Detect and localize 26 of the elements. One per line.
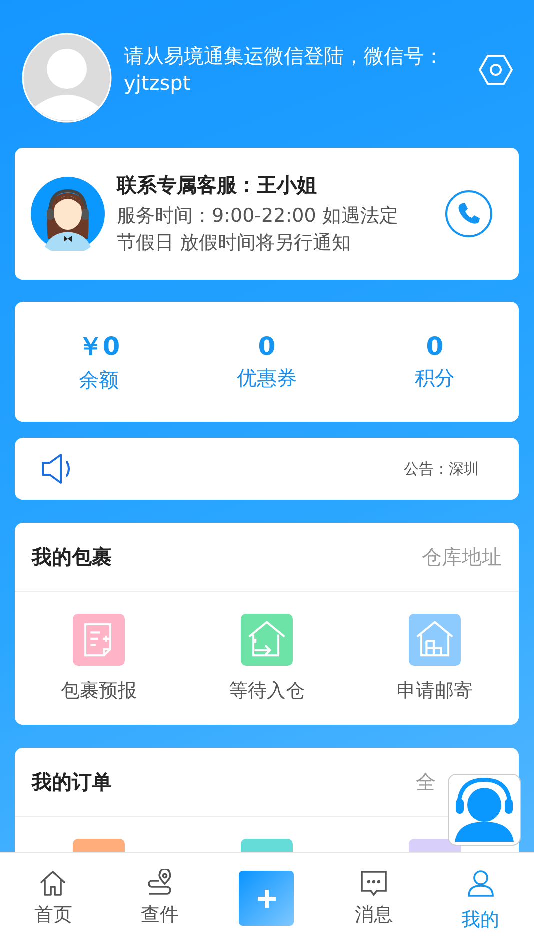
home-icon: [38, 869, 68, 899]
plus-icon: [256, 888, 277, 908]
stat-value: 0: [426, 332, 444, 361]
section-title: 我的包裹: [32, 544, 112, 570]
phone-icon[interactable]: [445, 190, 493, 238]
service-hours: 服务时间：9:00-22:00 如遇法定节假日 放假时间将另行通知: [117, 204, 400, 256]
item-label[interactable]: 申请邮寄: [397, 678, 473, 704]
item-label[interactable]: 包裹预报: [61, 678, 137, 704]
section-title: 我的订单: [32, 768, 112, 796]
user-avatar[interactable]: [22, 33, 112, 123]
add-button[interactable]: [239, 871, 294, 926]
chat-icon: [358, 869, 389, 899]
agent-title: 联系专属客服：王小姐: [117, 172, 318, 198]
notice-text[interactable]: 公告：深圳: [404, 460, 479, 478]
settings-icon[interactable]: [479, 54, 513, 86]
user-icon: [466, 869, 496, 899]
stat-value: 0: [258, 332, 276, 361]
stat-value: ￥0: [78, 331, 120, 363]
tab[interactable]: 首页: [0, 869, 107, 928]
item-label[interactable]: 等待入仓: [229, 678, 305, 704]
house-icon[interactable]: [409, 614, 461, 666]
tab[interactable]: 消息: [320, 869, 428, 928]
document-icon[interactable]: [73, 614, 125, 666]
support-button[interactable]: [448, 774, 521, 846]
tab[interactable]: 查件: [106, 869, 214, 928]
login-hint: 请从易境通集运微信登陆，微信号：yjtzspt: [124, 43, 445, 97]
